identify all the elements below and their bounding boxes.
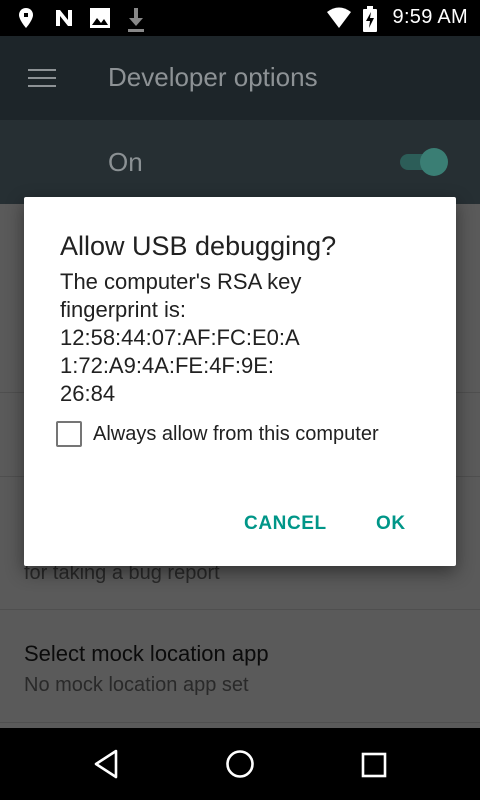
back-icon[interactable]	[92, 748, 120, 780]
status-time: 9:59 AM	[392, 6, 468, 28]
hamburger-menu-icon[interactable]	[28, 69, 56, 89]
always-allow-checkbox[interactable]	[56, 421, 82, 447]
usb-debugging-dialog: Allow USB debugging? The computer's RSA …	[24, 197, 456, 566]
always-allow-label[interactable]: Always allow from this computer	[93, 423, 379, 446]
page-title: Developer options	[108, 62, 318, 92]
toggle-thumb[interactable]	[420, 148, 448, 176]
image-icon	[90, 8, 110, 28]
switch-label: On	[108, 147, 143, 177]
list-item-summary: No mock location app set	[24, 674, 249, 696]
master-switch-bar[interactable]: On	[0, 120, 480, 204]
battery-charging-icon	[363, 6, 377, 32]
list-divider	[0, 722, 480, 723]
dialog-message: The computer's RSA key fingerprint is: 1…	[60, 269, 302, 406]
location-pin-icon	[19, 8, 33, 28]
home-icon[interactable]	[224, 748, 256, 780]
recents-icon[interactable]	[360, 748, 388, 780]
ok-button[interactable]: OK	[376, 513, 406, 535]
cancel-button[interactable]: CANCEL	[244, 513, 327, 535]
list-divider	[0, 609, 480, 610]
status-bar: 9:59 AM	[0, 0, 480, 36]
list-item-title[interactable]: Select mock location app	[24, 641, 269, 667]
navigation-bar	[0, 728, 480, 800]
n-notification-icon	[56, 10, 72, 26]
wifi-icon	[327, 7, 351, 28]
app-toolbar: Developer options	[0, 36, 480, 120]
dialog-title: Allow USB debugging?	[60, 231, 337, 261]
download-icon	[128, 8, 144, 32]
